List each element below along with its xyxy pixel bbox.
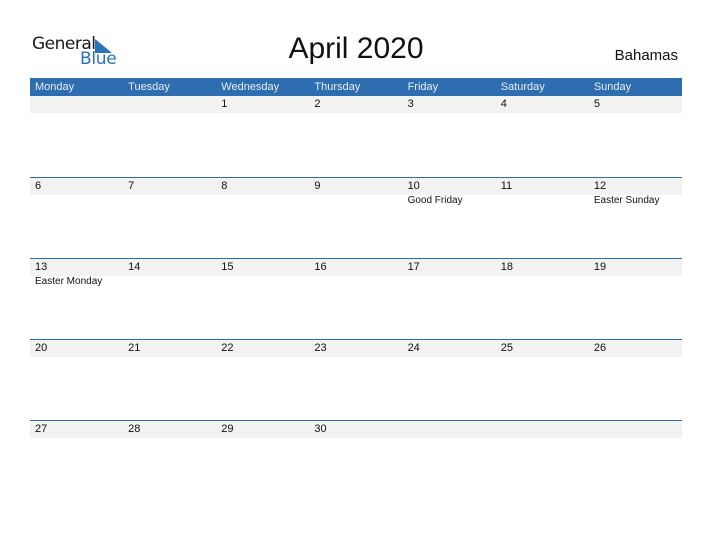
day-cell: 12 Easter Sunday <box>589 178 682 207</box>
day-number: 3 <box>407 98 414 110</box>
weekday-sunday: Sunday <box>593 81 632 93</box>
week-cells: 6 7 8 9 10 Good Friday 11 12 Easter Sunday <box>30 178 682 207</box>
day-cell: 4 <box>496 96 589 113</box>
day-number: 5 <box>593 98 600 110</box>
weekday-wednesday: Wednesday <box>221 81 280 93</box>
country-label: Bahamas <box>614 47 678 64</box>
day-number: 15 <box>221 261 234 273</box>
week-row: 27 28 29 30 <box>30 420 682 501</box>
day-cell: 8 <box>216 178 309 207</box>
weekday-tuesday: Tuesday <box>128 81 170 93</box>
day-cell: 19 <box>589 259 682 288</box>
weekday-saturday: Saturday <box>500 81 545 93</box>
day-number: 25 <box>500 342 513 354</box>
day-cell: 26 <box>589 340 682 357</box>
day-cell <box>496 421 589 438</box>
day-number: 14 <box>128 261 141 273</box>
calendar-title: April 2020 <box>288 32 424 65</box>
day-number: 6 <box>35 180 42 192</box>
day-number: 23 <box>314 342 327 354</box>
day-cell: 2 <box>309 96 402 113</box>
day-cell: 16 <box>309 259 402 288</box>
day-cell: 1 <box>216 96 309 113</box>
week-cells: 13 Easter Monday 14 15 16 17 18 19 <box>30 259 682 288</box>
day-number: 30 <box>314 423 327 435</box>
weekday-monday: Monday <box>35 81 75 93</box>
day-cell: 3 <box>403 96 496 113</box>
day-number: 19 <box>593 261 607 273</box>
day-cell: 10 Good Friday <box>403 178 496 207</box>
day-cell: 24 <box>403 340 496 357</box>
day-cell: 15 <box>216 259 309 288</box>
day-cell: 30 <box>309 421 402 438</box>
day-cell: 27 <box>30 421 123 438</box>
day-cell <box>589 421 682 438</box>
day-cell: 17 <box>403 259 496 288</box>
month-calendar: Monday Tuesday Wednesday Thursday Friday… <box>30 78 682 501</box>
day-cell: 9 <box>309 178 402 207</box>
day-number: 12 <box>593 180 607 192</box>
day-number: 4 <box>500 98 507 110</box>
day-cell: 6 <box>30 178 123 207</box>
weekday-header: Monday Tuesday Wednesday Thursday Friday… <box>30 78 682 96</box>
day-cell: 21 <box>123 340 216 357</box>
day-number: 27 <box>35 423 48 435</box>
week-cells: 20 21 22 23 24 25 26 <box>30 340 682 357</box>
day-number: 28 <box>128 423 141 435</box>
day-number: 2 <box>314 98 321 110</box>
day-number <box>35 96 123 113</box>
day-number: 7 <box>128 180 135 192</box>
day-number <box>594 421 682 438</box>
day-cell: 14 <box>123 259 216 288</box>
day-number: 11 <box>500 180 513 192</box>
day-number: 26 <box>593 342 607 354</box>
week-row: 20 21 22 23 24 25 26 <box>30 339 682 420</box>
weeks-container: 1 2 3 4 5 6 7 8 9 10 Good Friday 11 12 Easter Sunday 1… <box>30 96 682 501</box>
day-number: 1 <box>221 98 228 110</box>
holiday-label: Good Friday <box>407 195 463 206</box>
weekday-friday: Friday <box>407 81 439 93</box>
day-number: 17 <box>407 261 420 273</box>
day-cell: 7 <box>123 178 216 207</box>
day-cell <box>403 421 496 438</box>
week-row: 6 7 8 9 10 Good Friday 11 12 Easter Sunday <box>30 177 682 258</box>
day-cell: 18 <box>496 259 589 288</box>
day-cell: 29 <box>216 421 309 438</box>
day-number: 16 <box>314 261 327 273</box>
day-number: 9 <box>314 180 321 192</box>
day-number: 20 <box>35 342 48 354</box>
day-cell: 5 <box>589 96 682 113</box>
day-number: 13 <box>35 261 48 273</box>
week-row: 1 2 3 4 5 <box>30 96 682 177</box>
day-cell: 25 <box>496 340 589 357</box>
day-number: 22 <box>221 342 234 354</box>
weekday-thursday: Thursday <box>314 81 361 93</box>
day-number <box>408 421 496 438</box>
day-number: 29 <box>221 423 234 435</box>
day-cell: 28 <box>123 421 216 438</box>
day-number: 10 <box>407 180 420 192</box>
day-cell: 13 Easter Monday <box>30 259 123 288</box>
day-number <box>128 96 216 113</box>
day-number <box>501 421 589 438</box>
day-cell: 20 <box>30 340 123 357</box>
holiday-label: Easter Monday <box>35 276 103 287</box>
day-number: 21 <box>128 342 141 354</box>
week-cells: 27 28 29 30 <box>30 421 682 438</box>
day-number: 18 <box>500 261 513 273</box>
week-cells: 1 2 3 4 5 <box>30 96 682 113</box>
day-cell: 22 <box>216 340 309 357</box>
day-cell: 11 <box>496 178 589 207</box>
day-cell: 23 <box>309 340 402 357</box>
week-row: 13 Easter Monday 14 15 16 17 18 19 <box>30 258 682 339</box>
day-cell <box>123 96 216 113</box>
holiday-label: Easter Sunday <box>593 195 660 206</box>
day-number: 24 <box>407 342 420 354</box>
day-cell <box>30 96 123 113</box>
day-number: 8 <box>221 180 228 192</box>
